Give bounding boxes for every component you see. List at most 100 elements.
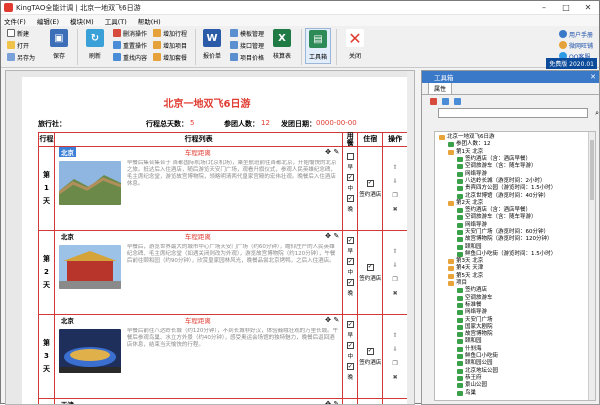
tree-scrollbar[interactable] [588,132,595,400]
add-itinerary-button[interactable]: 增加行程 [153,28,187,38]
move-up-icon[interactable]: ⇧ [393,164,398,171]
accounting-sheet-button[interactable]: X 核算表 [269,29,295,60]
lunch-checkbox[interactable]: ✓ [346,174,354,181]
tree-node[interactable]: 第5天 北京 [435,273,595,280]
delete-icon[interactable]: ✖ [393,206,398,213]
save-button[interactable]: ▣ 保存 [46,29,72,60]
dinner-checkbox[interactable]: ✓ [346,195,354,202]
new-button[interactable]: 新建 [7,28,35,38]
move-down-icon[interactable]: ⇩ [393,262,398,269]
template-manage-button[interactable]: 模板管理 [230,28,264,38]
tree-node[interactable]: 天安门广场 [435,316,595,323]
day-tools[interactable]: ✥ ✎ [325,316,339,324]
edit-route-link[interactable]: 车程距离 [185,315,211,325]
day-description[interactable]: 早餐后集合集合于 首都国际机场(北京机场)，乘坐航班前往首都北京，开始愉快的北京… [127,160,339,210]
tree-node[interactable]: 北京世博馆（游览时间：40分钟） [435,192,595,199]
tree-node[interactable]: 空调旅游车 [435,295,595,302]
panel-search-input[interactable]: ⌕ [438,108,599,118]
day-tools[interactable]: ✥ ✎ [325,148,339,156]
dinner-checkbox[interactable]: ✓ [346,363,354,370]
tree-node[interactable]: 鲜鱼口小吃街 [435,353,595,360]
shop-link[interactable]: 微网旺铺 [558,40,593,50]
copy-icon[interactable]: ❐ [392,276,397,283]
panel-close-icon[interactable]: ✕ [590,73,596,81]
add-item-button[interactable]: 增加项目 [153,40,187,50]
open-button[interactable]: 打开 [7,40,35,50]
reset-button[interactable]: 重置操作 [113,40,147,50]
tree-node[interactable]: 恭王府 [435,375,595,382]
move-up-icon[interactable]: ⇧ [393,248,398,255]
tree-node[interactable]: 贵宾四方公园（游览时间：1.5小时） [435,185,595,192]
day-tools[interactable]: ✥ ✎ [325,400,339,404]
day-city[interactable]: 北京 [59,231,76,241]
close-doc-button[interactable]: ✕ 关闭 [342,29,368,60]
menu-module[interactable]: 模块(M) [70,16,94,26]
lunch-checkbox[interactable]: ✓ [346,342,354,349]
save-as-button[interactable]: 另存为 [7,52,35,62]
move-down-icon[interactable]: ⇩ [393,346,398,353]
day-city[interactable]: 天津 [59,399,76,404]
breakfast-checkbox[interactable]: ✓ [346,237,354,244]
undo-button[interactable]: 删消操作 [113,28,147,38]
tree-node[interactable]: 国家大剧院 [435,324,595,331]
itinerary-title[interactable]: 北京一地双飞6日游 [22,95,392,110]
tree-node[interactable]: 项目 [435,280,595,287]
day-description[interactable]: 早餐后前往八达岭长城（约120分钟），不到长城非好汉，体验巍峨壮观的万里长城。午… [127,328,339,378]
tree-node[interactable]: 第1天 北京 [435,149,595,156]
menu-tools[interactable]: 工具(T) [105,16,127,26]
lunch-checkbox[interactable]: ✓ [346,258,354,265]
delete-icon[interactable]: ✖ [393,290,398,297]
document-scrollbar[interactable] [407,71,414,404]
tree-node[interactable]: 网络导游 [435,222,595,229]
copy-icon[interactable]: ❐ [392,192,397,199]
tree-node[interactable]: 参团人数：12 [435,141,595,148]
day-content[interactable]: 北京 车程距离 ✥ ✎ 早餐后前往八达岭长城（约120分钟），不到长城非好汉，体验巍… [55,315,344,398]
add-package-button[interactable]: 增加套餐 [153,52,187,62]
people-value[interactable]: 12 [259,119,281,129]
tree-node[interactable]: 故宫博物院（游览时间：120分钟） [435,236,595,243]
tree-node[interactable]: 第4天 天津 [435,265,595,272]
tree-node[interactable]: 标准餐 [435,302,595,309]
tree-node[interactable]: 空调旅游车（含：随车导游） [435,163,595,170]
maximize-button[interactable]: □ [555,1,577,15]
move-up-icon[interactable]: ⇧ [393,332,398,339]
day-content[interactable]: 天津 ✥ ✎ [55,399,344,404]
tree-node[interactable]: 鸟巢 [435,389,595,396]
item-price-button[interactable]: 项目价格 [230,52,264,62]
hotel-checkbox[interactable]: ✓ [366,263,374,271]
day-description[interactable]: 早餐后，游览世界最大的城市中心广场天安门广场（约60分钟），瞻仰庄严的人民英雄纪… [127,244,339,294]
date-value[interactable]: 0000-00-00 [316,119,357,129]
day-content[interactable]: 北京 车程距离 ✥ ✎ 早餐后，游览世界最大的城市中心广场天安门广场（约60分钟），… [55,231,344,314]
tree-node[interactable]: 故宫博物院 [435,331,595,338]
dinner-checkbox[interactable]: ✓ [346,279,354,286]
report-button[interactable]: W 报价单 [199,29,225,60]
menu-file[interactable]: 文件(F) [4,16,26,26]
tree-node[interactable]: 网络导游 [435,309,595,316]
tree-node[interactable]: 颐和园公园 [435,360,595,367]
delete-icon[interactable]: ✖ [393,374,398,381]
tree-node[interactable]: 网络导游 [435,170,595,177]
tree-node[interactable]: 景山公园 [435,382,595,389]
move-down-icon[interactable]: ⇩ [393,178,398,185]
minimize-button[interactable]: – [533,1,555,15]
day-city[interactable]: 北京 [59,315,76,325]
edit-route-link[interactable]: 车程距离 [185,231,211,241]
interface-manage-button[interactable]: 接口管理 [230,40,264,50]
close-window-button[interactable]: ✕ [577,1,599,15]
tree-node[interactable]: 颐和园 [435,338,595,345]
tree-node[interactable]: 颐和园 [435,243,595,250]
tree-node[interactable]: 北京地坛公园 [435,368,595,375]
user-manual-link[interactable]: 用户手册 [558,29,593,39]
find-button[interactable]: 重找内容 [113,52,147,62]
tree-node[interactable]: 空调旅游车（含：随车导游） [435,214,595,221]
tree-node[interactable]: 什刹海 [435,346,595,353]
tree-node[interactable]: 签约酒店 [435,287,595,294]
day-tools[interactable]: ✥ ✎ [325,232,339,240]
tab-properties[interactable]: 属性 [428,82,453,94]
edit-route-link[interactable]: 车程距离 [185,147,211,157]
hotel-checkbox[interactable]: ✓ [366,179,374,187]
breakfast-checkbox[interactable] [346,153,354,160]
tree-node[interactable]: 第2天 北京 [435,200,595,207]
search-icon[interactable]: ⌕ [595,109,599,118]
tree-node[interactable]: 鲜鱼口小吃街（游览时间：1.5小时） [435,251,595,258]
